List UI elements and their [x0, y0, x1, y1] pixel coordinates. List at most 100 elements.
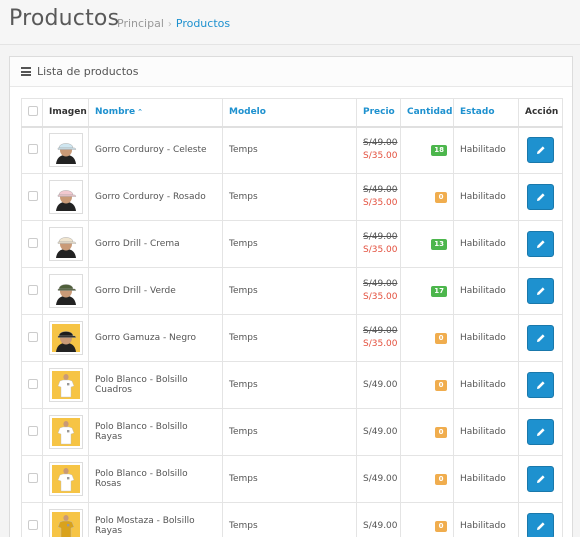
original-price: S/49.00: [363, 185, 398, 195]
edit-button[interactable]: [527, 325, 554, 351]
price: S/49.00: [363, 427, 398, 437]
special-price: S/35.00: [363, 292, 398, 302]
select-all-checkbox[interactable]: [28, 105, 38, 116]
price-cell: S/49.00 S/35.00: [356, 173, 401, 221]
table-row: Polo Mostaza - Bolsillo Rayas Temps S/49.0…: [21, 502, 563, 537]
breadcrumb: Principal › Productos: [117, 17, 230, 30]
row-checkbox[interactable]: [28, 190, 38, 201]
quantity-cell: 0: [400, 314, 454, 362]
product-status: Habilitado: [453, 173, 519, 221]
product-thumbnail[interactable]: [49, 462, 83, 496]
edit-button[interactable]: [527, 137, 554, 164]
breadcrumb-home-link[interactable]: Principal: [117, 17, 164, 30]
product-model: Temps: [222, 126, 357, 174]
action-cell: [518, 314, 563, 362]
column-header-name-label: Nombre: [95, 107, 136, 118]
table-row: Gorro Corduroy - Rosado Temps S/49.00 S/35.…: [21, 173, 563, 221]
pencil-icon: [536, 240, 545, 248]
breadcrumb-current-link[interactable]: Productos: [176, 17, 230, 30]
price-cell: S/49.00: [356, 502, 401, 537]
column-header-quantity[interactable]: Cantidad: [400, 98, 454, 128]
price: S/49.00: [363, 521, 398, 531]
product-thumbnail[interactable]: [49, 227, 83, 261]
product-thumbnail[interactable]: [49, 368, 83, 402]
edit-button[interactable]: [527, 372, 554, 398]
row-checkbox[interactable]: [28, 378, 38, 389]
image-cell: [42, 126, 89, 174]
product-model: Temps: [222, 173, 357, 221]
special-price: S/35.00: [363, 245, 398, 255]
quantity-badge: 18: [431, 144, 447, 156]
product-name: Gorro Corduroy - Celeste: [88, 126, 223, 174]
product-thumbnail[interactable]: [49, 180, 83, 214]
panel-title: Lista de productos: [37, 65, 139, 78]
table-row: Gorro Drill - Verde Temps S/49.00 S/35.00 17…: [21, 267, 563, 315]
product-name: Gorro Drill - Crema: [88, 220, 223, 268]
price-cell: S/49.00 S/35.00: [356, 267, 401, 315]
special-price: S/35.00: [363, 151, 398, 162]
product-thumbnail[interactable]: [49, 415, 83, 449]
edit-button[interactable]: [527, 466, 554, 492]
table-row: Polo Blanco - Bolsillo Cuadros Temps S/49.…: [21, 361, 563, 409]
original-price: S/49.00: [363, 232, 398, 242]
product-model: Temps: [222, 314, 357, 362]
row-checkbox[interactable]: [28, 237, 38, 248]
product-list-panel: Lista de productos Imagen Nombre ⌃ Modelo…: [9, 56, 573, 537]
row-select-cell: [21, 455, 43, 503]
quantity-cell: 0: [400, 455, 454, 503]
price: S/49.00: [363, 474, 398, 484]
pencil-icon: [536, 193, 545, 201]
edit-button[interactable]: [527, 231, 554, 257]
product-status: Habilitado: [453, 220, 519, 268]
product-status: Habilitado: [453, 455, 519, 503]
product-name: Gorro Gamuza - Negro: [88, 314, 223, 362]
product-status: Habilitado: [453, 361, 519, 409]
special-price: S/35.00: [363, 198, 398, 208]
quantity-badge: 0: [435, 520, 447, 532]
product-thumbnail[interactable]: [49, 133, 83, 168]
product-name: Gorro Drill - Verde: [88, 267, 223, 315]
table-row: Gorro Drill - Crema Temps S/49.00 S/35.00 13…: [21, 220, 563, 268]
list-icon: [21, 67, 31, 76]
edit-button[interactable]: [527, 513, 554, 537]
row-checkbox[interactable]: [28, 425, 38, 436]
price-cell: S/49.00 S/35.00: [356, 126, 401, 174]
image-cell: [42, 173, 89, 221]
product-thumbnail[interactable]: [49, 509, 83, 537]
price-cell: S/49.00: [356, 361, 401, 409]
pencil-icon: [536, 475, 545, 483]
column-header-price[interactable]: Precio: [356, 98, 401, 128]
original-price: S/49.00: [363, 279, 398, 289]
row-checkbox[interactable]: [28, 472, 38, 483]
action-cell: [518, 126, 563, 174]
row-select-cell: [21, 408, 43, 456]
column-header-action: Acción: [518, 98, 563, 128]
row-checkbox[interactable]: [28, 284, 38, 295]
product-thumbnail[interactable]: [49, 321, 83, 355]
column-header-image: Imagen: [42, 98, 89, 128]
row-checkbox[interactable]: [28, 331, 38, 342]
column-header-model[interactable]: Modelo: [222, 98, 357, 128]
table-row: Gorro Corduroy - Celeste Temps S/49.00 S/35…: [21, 126, 563, 174]
product-name: Polo Blanco - Bolsillo Rosas: [88, 455, 223, 503]
table-row: Polo Blanco - Bolsillo Rosas Temps S/49.00…: [21, 455, 563, 503]
pencil-icon: [536, 522, 545, 530]
edit-button[interactable]: [527, 184, 554, 210]
product-status: Habilitado: [453, 314, 519, 362]
edit-button[interactable]: [527, 278, 554, 304]
edit-button[interactable]: [527, 419, 554, 445]
table-row: Gorro Gamuza - Negro Temps S/49.00 S/35.00 0…: [21, 314, 563, 362]
quantity-cell: 18: [400, 126, 454, 174]
quantity-badge: 13: [431, 238, 447, 250]
row-checkbox[interactable]: [28, 143, 38, 154]
quantity-cell: 0: [400, 502, 454, 537]
column-header-status[interactable]: Estado: [453, 98, 519, 128]
quantity-badge: 17: [431, 285, 447, 297]
product-thumbnail[interactable]: [49, 274, 83, 308]
price-cell: S/49.00: [356, 455, 401, 503]
image-cell: [42, 502, 89, 537]
original-price: S/49.00: [363, 138, 398, 149]
action-cell: [518, 502, 563, 537]
column-header-name[interactable]: Nombre ⌃: [88, 98, 223, 128]
row-checkbox[interactable]: [28, 519, 38, 530]
